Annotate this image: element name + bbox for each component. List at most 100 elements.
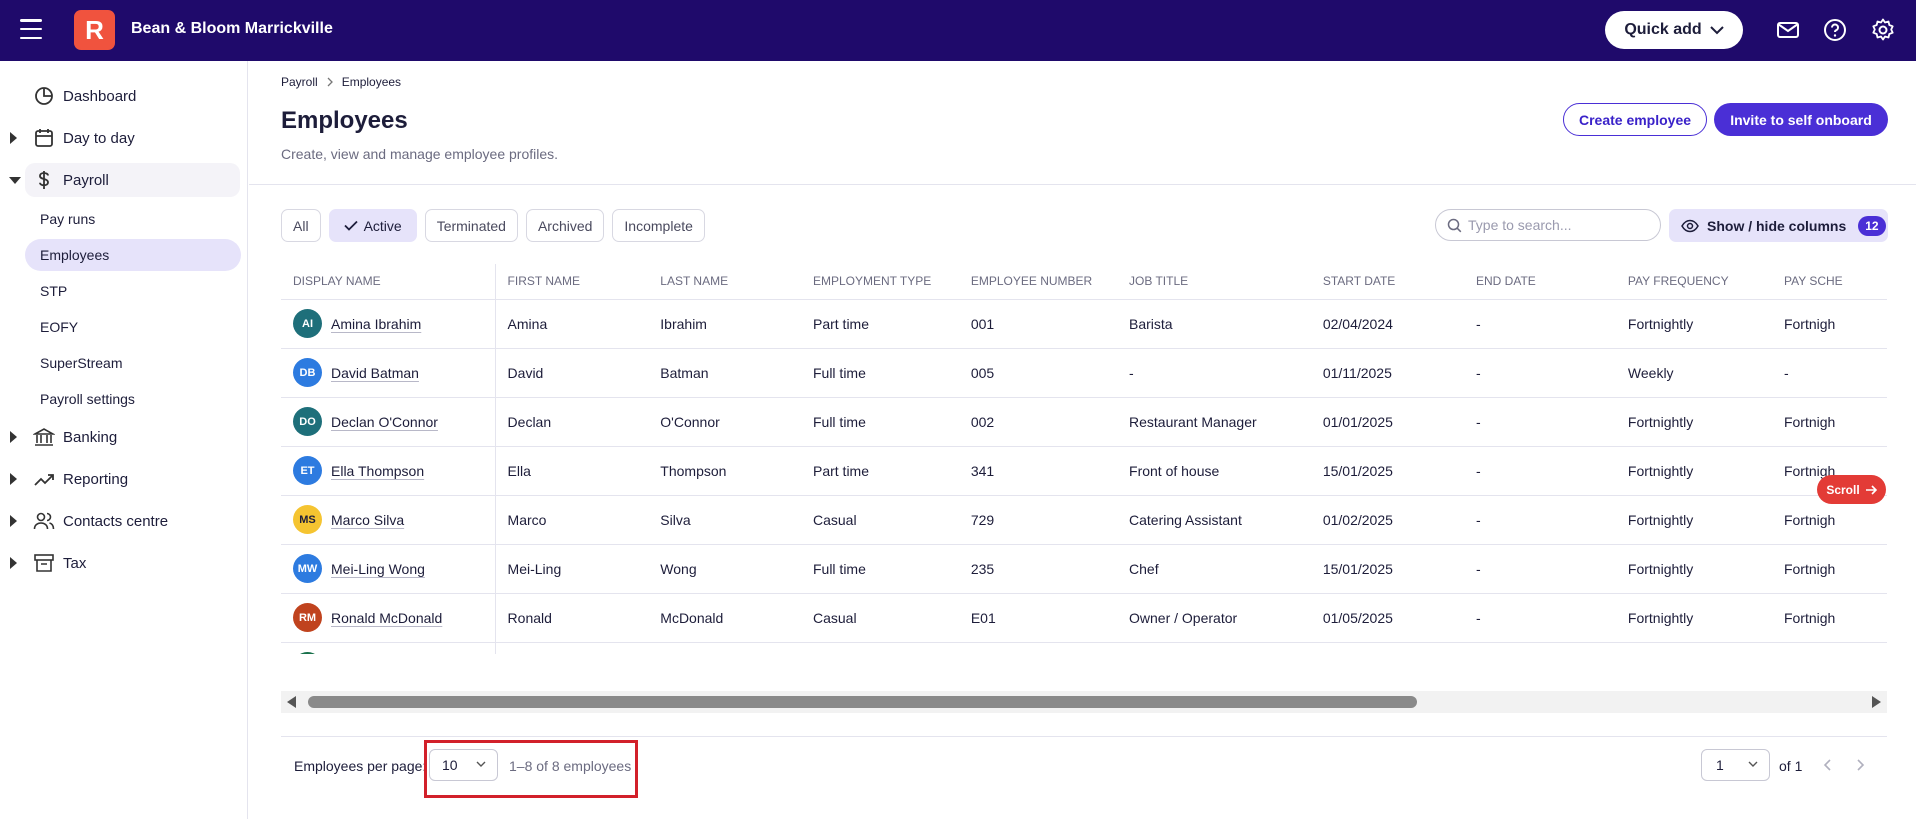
horizontal-scrollbar[interactable] [281, 691, 1887, 713]
sidebar-item-employees[interactable]: Employees [25, 239, 241, 271]
sidebar-item-dashboard[interactable]: Dashboard [0, 79, 248, 113]
employee-name-link[interactable]: David Batman [331, 365, 419, 381]
employee-name-link[interactable]: Ella Thompson [331, 463, 424, 479]
table-cell-display: ET Ella Thompson [281, 446, 496, 496]
column-header[interactable]: DISPLAY NAME [281, 264, 496, 300]
dollar-icon [39, 171, 49, 189]
sidebar-label-payroll: Payroll [63, 171, 109, 189]
employee-name-link[interactable]: Mei-Ling Wong [331, 561, 425, 577]
column-header[interactable]: PAY SCHE [1771, 264, 1887, 300]
sidebar-item-pay-runs[interactable]: Pay runs [25, 203, 241, 235]
filter-incomplete[interactable]: Incomplete [612, 209, 705, 242]
organization-name[interactable]: Bean & Bloom Marrickville [131, 20, 333, 38]
filter-terminated[interactable]: Terminated [424, 209, 518, 242]
scroll-left-arrow[interactable] [287, 696, 296, 708]
sidebar-label-contacts: Contacts centre [63, 512, 169, 530]
sidebar-item-superstream[interactable]: SuperStream [25, 347, 241, 379]
menu-icon[interactable] [20, 19, 42, 39]
next-page-icon[interactable] [1855, 758, 1865, 772]
help-icon[interactable] [1822, 17, 1848, 43]
column-header[interactable]: EMPLOYEE NUMBER [958, 264, 1118, 300]
table-cell-display: YTYuki Takahasi [281, 642, 496, 654]
column-header[interactable]: EMPLOYMENT TYPE [800, 264, 959, 300]
employee-name-link[interactable]: Marco Silva [331, 512, 404, 528]
table-row[interactable]: ET Ella Thompson Ella Thompson Part time 341 F… [281, 446, 1887, 496]
table-cell-number: E01 [958, 593, 1118, 643]
table-cell-type: Casual [800, 495, 959, 545]
table-cell-job: Chef [1117, 544, 1311, 594]
column-header[interactable]: JOB TITLE [1117, 264, 1311, 300]
sidebar-item-payroll-settings[interactable]: Payroll settings [25, 383, 241, 415]
table-cell-start: 01/01/2025 [1310, 397, 1465, 447]
table-cell-type: Full time [800, 544, 959, 594]
employee-name-cell: DB David Batman [293, 358, 494, 387]
page-number-select[interactable]: 1 [1701, 749, 1770, 781]
breadcrumb-payroll[interactable]: Payroll [281, 75, 318, 89]
filter-active[interactable]: Active [328, 209, 417, 242]
employee-name-cell: DO Declan O'Connor [293, 407, 494, 436]
employee-name-link[interactable]: Amina Ibrahim [331, 316, 421, 332]
column-header[interactable]: START DATE [1310, 264, 1465, 300]
table-cell-job: Barista [1117, 642, 1311, 654]
table-cell-freq: Fortnightly [1615, 495, 1772, 545]
table-cell-sched: - [1771, 348, 1887, 398]
column-header[interactable]: END DATE [1464, 264, 1616, 300]
table-row[interactable]: MS Marco Silva Marco Silva Casual 729 Catering… [281, 495, 1887, 545]
table-cell-number: 001 [958, 299, 1118, 349]
sidebar-item-day-to-day[interactable]: Day to day [0, 121, 248, 155]
column-header[interactable]: LAST NAME [648, 264, 801, 300]
employees-table-container[interactable]: DISPLAY NAME FIRST NAME LAST NAME EMPLOY… [281, 264, 1887, 654]
collapse-caret-icon [9, 176, 21, 184]
table-cell-type: Full time [800, 397, 959, 447]
column-header[interactable]: PAY FREQUENCY [1615, 264, 1772, 300]
table-cell-freq: Fortnightly [1615, 446, 1772, 496]
header-divider [249, 184, 1916, 185]
search-input[interactable] [1468, 217, 1648, 233]
filter-active-label: Active [363, 217, 402, 234]
sidebar-item-eofy[interactable]: EOFY [25, 311, 241, 343]
sidebar-label-tax: Tax [63, 554, 87, 572]
employee-name-cell: MW Mei-Ling Wong [293, 554, 494, 583]
table-cell-end: - [1464, 397, 1616, 447]
table-row[interactable]: AI Amina Ibrahim Amina Ibrahim Part time 001 B… [281, 299, 1887, 349]
show-hide-columns-button[interactable]: Show / hide columns 12 [1669, 209, 1888, 242]
app-logo[interactable]: R [74, 10, 115, 50]
mail-icon[interactable] [1775, 17, 1801, 43]
table-cell-start: 01/02/2025 [1310, 495, 1465, 545]
settings-gear-icon[interactable] [1870, 17, 1896, 43]
table-cell-end: - [1464, 593, 1616, 643]
scroll-right-arrow[interactable] [1872, 696, 1881, 708]
scroll-hint-button[interactable]: Scroll [1817, 475, 1886, 504]
sidebar-item-reporting[interactable]: Reporting [0, 462, 248, 496]
table-cell-first: Mei-Ling [495, 544, 649, 594]
filter-archived[interactable]: Archived [525, 209, 605, 242]
sidebar-item-banking[interactable]: Banking [0, 420, 248, 454]
employee-name-link[interactable]: Declan O'Connor [331, 414, 438, 430]
table-cell-type: Casual [800, 593, 959, 643]
sidebar-item-tax[interactable]: Tax [0, 546, 248, 580]
status-filters: All Active Terminated Archived Incomplet… [281, 209, 705, 242]
table-cell-sched: Fortnigh [1771, 642, 1887, 654]
column-header[interactable]: FIRST NAME [495, 264, 649, 300]
create-employee-button[interactable]: Create employee [1563, 103, 1707, 136]
scrollbar-thumb[interactable] [308, 696, 1417, 708]
show-hide-columns-label: Show / hide columns [1707, 217, 1847, 234]
employee-name-link[interactable]: Ronald McDonald [331, 610, 442, 626]
invite-self-onboard-button[interactable]: Invite to self onboard [1714, 103, 1888, 136]
previous-page-icon[interactable] [1823, 758, 1833, 772]
table-row[interactable]: YTYuki TakahasiYukiTakahasiFull time199B… [281, 642, 1887, 654]
employee-name-cell: MS Marco Silva [293, 505, 494, 534]
filter-all[interactable]: All [281, 209, 321, 242]
avatar: MS [293, 505, 322, 534]
sidebar-item-contacts-centre[interactable]: Contacts centre [0, 504, 248, 538]
search-icon [1447, 218, 1462, 233]
table-row[interactable]: DO Declan O'Connor Declan O'Connor Full time… [281, 397, 1887, 447]
bank-icon [33, 428, 55, 446]
sidebar-item-stp[interactable]: STP [25, 275, 241, 307]
sidebar-item-payroll[interactable]: Payroll [0, 163, 248, 197]
table-row[interactable]: RM Ronald McDonald Ronald McDonald Casual E01… [281, 593, 1887, 643]
table-row[interactable]: DB David Batman David Batman Full time 005-01… [281, 348, 1887, 398]
expand-caret-icon [10, 473, 17, 485]
table-row[interactable]: MW Mei-Ling Wong Mei-Ling Wong Full time 235 C… [281, 544, 1887, 594]
quick-add-button[interactable]: Quick add [1605, 11, 1743, 49]
